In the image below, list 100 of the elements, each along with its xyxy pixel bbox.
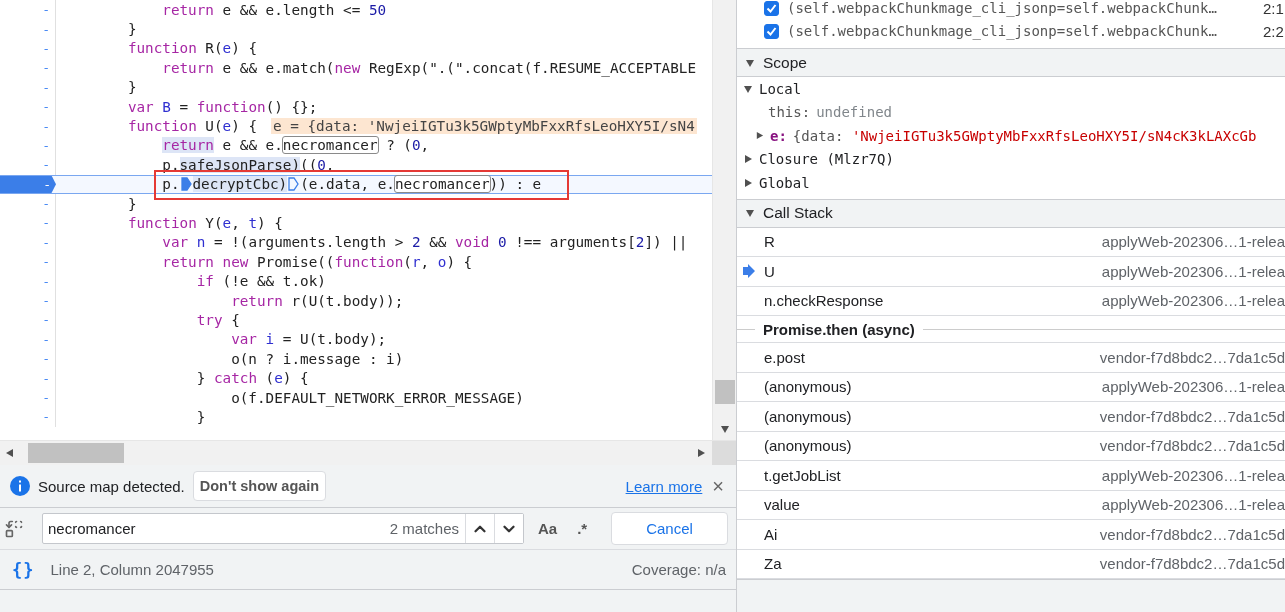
code-text: (: [265, 370, 275, 387]
step-marker-icon[interactable]: [288, 177, 300, 192]
replace-icon[interactable]: [4, 518, 24, 539]
call-frame-row[interactable]: Za vendor-f7d8bdc2…7da1c5d: [737, 549, 1285, 579]
code-text: =: [179, 98, 190, 115]
code-text: return: [162, 1, 214, 18]
frame-name[interactable]: Ai: [764, 525, 778, 543]
code-text: o(n ? i.message : i): [231, 350, 404, 367]
inline-value: e = {data: 'NwjeiIGTu3k5GWptyMbFxxRfsLeoHXY5I/sN4: [271, 118, 697, 135]
code-text: function: [127, 118, 197, 135]
call-frame-row[interactable]: (anonymous) vendor-f7d8bdc2…7da1c5d: [737, 402, 1285, 432]
step-marker-icon[interactable]: [180, 177, 192, 192]
frame-name[interactable]: value: [764, 496, 800, 514]
frame-location[interactable]: applyWeb-202306…1-relea: [1101, 466, 1285, 484]
section-header[interactable]: Call Stack: [737, 198, 1285, 228]
collapsed-triangle-icon[interactable]: [743, 177, 753, 188]
search-input[interactable]: necromancer: [43, 519, 390, 538]
property-value: {data: 'NwjeiIGTu3k5GWptyMbFxxRfsLeoHXY5I/sN4cK3kLAXcGb: [792, 127, 1257, 144]
call-frame-row[interactable]: U applyWeb-202306…1-relea: [737, 257, 1285, 287]
call-frame-row[interactable]: (anonymous) vendor-f7d8bdc2…7da1c5d: [737, 431, 1285, 461]
breakpoint-location: 2:2: [1263, 22, 1285, 40]
call-frame-row[interactable]: n.checkResponse applyWeb-202306…1-relea: [737, 286, 1285, 316]
section-header[interactable]: Scope: [737, 48, 1285, 77]
code-text: }: [127, 21, 137, 38]
call-frame-row[interactable]: Ai vendor-f7d8bdc2…7da1c5d: [737, 520, 1285, 550]
next-match-button[interactable]: [494, 514, 523, 543]
code-text: ]) ||: [644, 234, 688, 251]
code-text: B: [162, 98, 171, 115]
code-text: 0: [317, 156, 326, 173]
checkbox[interactable]: [764, 0, 779, 16]
frame-location[interactable]: vendor-f7d8bdc2…7da1c5d: [1099, 555, 1285, 573]
frame-name[interactable]: Za: [764, 555, 782, 573]
call-frame-row[interactable]: value applyWeb-202306…1-relea: [737, 490, 1285, 520]
learn-more-link[interactable]: Learn more: [625, 477, 703, 495]
collapsed-triangle-icon[interactable]: [755, 131, 764, 141]
frame-name[interactable]: (anonymous): [764, 378, 852, 396]
scope-label[interactable]: Global: [759, 174, 810, 191]
frame-name[interactable]: (anonymous): [764, 437, 852, 455]
call-frame-row[interactable]: e.post vendor-f7d8bdc2…7da1c5d: [737, 343, 1285, 373]
code-text: !== arguments[: [515, 234, 636, 251]
scroll-right-icon[interactable]: [696, 448, 706, 458]
code-text: e: [222, 215, 232, 231]
cancel-button[interactable]: Cancel: [611, 512, 728, 545]
code-text: e: [274, 370, 283, 387]
search-match: necromancer: [282, 137, 378, 154]
frame-location[interactable]: applyWeb-202306…1-relea: [1101, 233, 1285, 251]
code-text: ) {: [446, 253, 473, 270]
frame-name[interactable]: e.post: [764, 348, 805, 366]
expanded-triangle-icon[interactable]: [745, 208, 755, 218]
expanded-triangle-icon[interactable]: [743, 83, 753, 94]
pretty-print-button[interactable]: {}: [10, 559, 37, 580]
frame-location[interactable]: applyWeb-202306…1-relea: [1101, 292, 1285, 310]
call-frame-row[interactable]: t.getJobList applyWeb-202306…1-relea: [737, 461, 1285, 491]
code-text: e && e.length <=: [222, 1, 362, 18]
frame-name[interactable]: n.checkResponse: [764, 292, 884, 310]
call-frame-row[interactable]: R applyWeb-202306…1-relea: [737, 227, 1285, 257]
code-text: function: [196, 98, 266, 115]
frame-location[interactable]: vendor-f7d8bdc2…7da1c5d: [1099, 407, 1285, 425]
frame-location[interactable]: applyWeb-202306…1-relea: [1101, 496, 1285, 514]
collapsed-triangle-icon[interactable]: [743, 154, 753, 165]
scope-label[interactable]: Closure (Mlzr7Q): [759, 151, 894, 168]
frame-location[interactable]: vendor-f7d8bdc2…7da1c5d: [1099, 437, 1285, 455]
frame-name[interactable]: t.getJobList: [764, 466, 841, 484]
search-match: necromancer: [394, 176, 490, 193]
frame-location[interactable]: vendor-f7d8bdc2…7da1c5d: [1099, 348, 1285, 366]
code-text: R(: [205, 40, 223, 57]
close-button[interactable]: ×: [710, 474, 726, 498]
expanded-triangle-icon[interactable]: [745, 57, 755, 68]
match-case-toggle[interactable]: Aa: [532, 520, 564, 537]
frame-location[interactable]: vendor-f7d8bdc2…7da1c5d: [1099, 525, 1285, 543]
breakpoint-code: (self.webpackChunkmage_cli_jsonp=self.webpackChunk…: [787, 23, 1217, 39]
property-name[interactable]: e:: [770, 127, 787, 144]
call-frame-row[interactable]: (anonymous) applyWeb-202306…1-relea: [737, 372, 1285, 402]
frame-name[interactable]: (anonymous): [764, 407, 852, 425]
infobar-message: Source map detected.: [38, 477, 185, 495]
dont-show-again-button[interactable]: Don't show again: [192, 471, 327, 501]
scroll-down-icon[interactable]: [719, 424, 730, 434]
code-text: function: [127, 215, 197, 231]
scope-label[interactable]: Local: [759, 80, 802, 97]
code-text: 2: [411, 234, 421, 251]
code-text: &&: [429, 234, 448, 251]
search-field[interactable]: necromancer 2 matches: [42, 513, 524, 544]
code-text: function: [334, 253, 404, 270]
scrollbar-thumb[interactable]: [28, 443, 124, 463]
code-text: (e.data, e.: [300, 176, 395, 193]
code-text: p.: [162, 176, 180, 193]
frame-location[interactable]: applyWeb-202306…1-relea: [1101, 262, 1285, 280]
scroll-left-icon[interactable]: [4, 448, 14, 458]
frame-name[interactable]: U: [764, 262, 775, 280]
regex-toggle[interactable]: .*: [571, 520, 594, 537]
code-text: new: [222, 253, 249, 270]
line-gutter-marker[interactable]: -: [0, 175, 56, 193]
code-text: e && e.: [222, 137, 283, 154]
frame-location[interactable]: applyWeb-202306…1-relea: [1101, 378, 1285, 396]
frame-name[interactable]: R: [764, 233, 775, 251]
code-text: catch: [213, 370, 257, 387]
code-text: (: [403, 253, 412, 270]
code-text: function: [127, 40, 197, 57]
scrollbar-thumb[interactable]: [714, 380, 735, 404]
checkbox[interactable]: [764, 23, 779, 39]
